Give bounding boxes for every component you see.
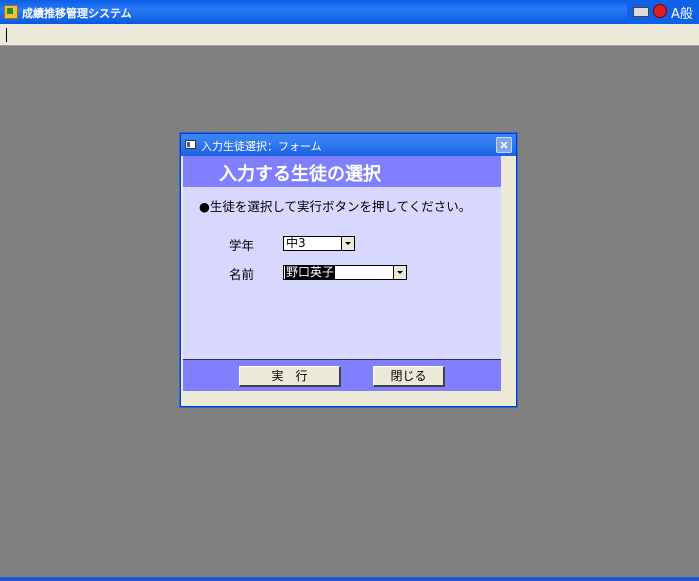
grade-combobox[interactable]: 中3	[283, 236, 355, 251]
name-combobox[interactable]: 野口英子	[283, 265, 407, 280]
keyboard-icon[interactable]	[633, 7, 649, 17]
student-select-dialog: 入力生徒選択：フォーム 入力する生徒の選択 ●生徒を選択して実行ボタンを押してく…	[180, 133, 517, 407]
grade-value: 中3	[286, 236, 306, 250]
app-icon	[4, 5, 18, 19]
dialog-title-bar[interactable]: 入力生徒選択：フォーム	[181, 134, 516, 156]
name-label: 名前	[229, 267, 255, 282]
chevron-down-icon[interactable]	[341, 237, 354, 250]
header-band: 入力する生徒の選択	[183, 156, 501, 187]
app-title-bar[interactable]: 成績推移管理システム A般	[0, 0, 699, 24]
system-tray: A般	[627, 0, 699, 24]
close-icon[interactable]	[496, 137, 512, 153]
form-icon	[185, 140, 196, 149]
window-bottom-edge	[0, 577, 699, 581]
dialog-side-strip	[501, 156, 516, 391]
footer-band: 実 行 閉じる	[183, 360, 501, 391]
dialog-title: 入力生徒選択：フォーム	[201, 140, 322, 153]
instruction-text: ●生徒を選択して実行ボタンを押してください。	[199, 199, 472, 214]
grade-label: 学年	[229, 238, 255, 253]
close-button[interactable]: 閉じる	[373, 366, 445, 387]
app-title: 成績推移管理システム	[22, 7, 132, 20]
execute-button[interactable]: 実 行	[239, 366, 341, 387]
toolbar	[0, 24, 699, 46]
ime-icon[interactable]	[653, 4, 667, 18]
chevron-down-icon[interactable]	[393, 266, 406, 279]
name-value: 野口英子	[285, 265, 336, 279]
form-content: ●生徒を選択して実行ボタンを押してください。 学年 中3 名前 野口英子	[183, 187, 501, 360]
text-caret	[6, 28, 7, 42]
form-heading: 入力する生徒の選択	[219, 164, 381, 185]
ime-mode-label[interactable]: A般	[671, 3, 693, 22]
